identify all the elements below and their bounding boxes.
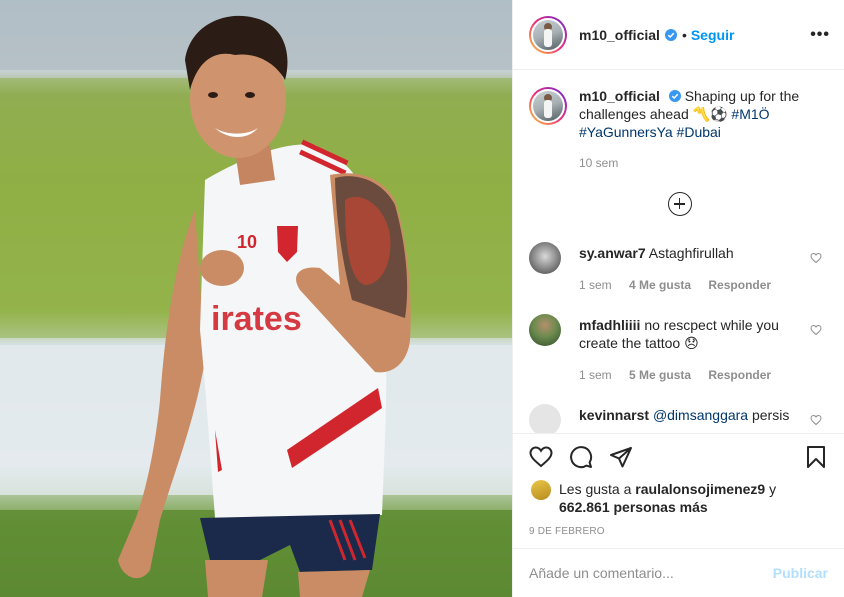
- likes-others[interactable]: 662.861 personas más: [559, 499, 708, 515]
- comment-item: sy.anwar7 Astaghfirullah 1 sem 4 Me gust…: [529, 242, 830, 294]
- comment-time[interactable]: 1 sem: [579, 278, 612, 292]
- load-more-comments[interactable]: [529, 192, 830, 216]
- commenter-avatar[interactable]: [529, 404, 561, 433]
- likes-conj: y: [769, 481, 777, 497]
- hashtag-m10[interactable]: #M1Ö: [731, 106, 769, 122]
- plus-circle-icon[interactable]: [667, 192, 692, 216]
- more-options-icon[interactable]: •••: [810, 26, 830, 44]
- comment-username[interactable]: kevinnarst: [579, 407, 649, 423]
- post-details-panel: m10_official • Seguir ••• m10_official S…: [512, 0, 844, 597]
- comment-item: kevinnarst @dimsanggara persis: [529, 404, 830, 433]
- comment-input[interactable]: Añade un comentario...: [529, 565, 674, 581]
- reply-button[interactable]: Responder: [708, 368, 771, 382]
- post-date[interactable]: 9 de febrero: [529, 526, 828, 537]
- share-paper-plane-icon[interactable]: [609, 445, 633, 469]
- post-actions: Les gusta a raulalonsojimenez9 y 662.861…: [513, 433, 844, 537]
- comment-text: persis: [751, 407, 790, 423]
- liker-username[interactable]: raulalonsojimenez9: [635, 481, 765, 497]
- like-comment-heart-icon[interactable]: [810, 324, 822, 336]
- comment-bubble-icon[interactable]: [569, 445, 593, 469]
- caption-time[interactable]: 10 sem: [579, 154, 830, 172]
- caption: m10_official Shaping up for the challeng…: [529, 87, 830, 172]
- comment-time[interactable]: 1 sem: [579, 368, 612, 382]
- instagram-post: 10 irates m10_official • Seguir ••• m10_…: [0, 0, 844, 597]
- liker-avatar[interactable]: [531, 480, 551, 500]
- save-bookmark-icon[interactable]: [804, 445, 828, 469]
- caption-emoji: 〽️⚽: [692, 106, 728, 122]
- hashtag-dubai[interactable]: #Dubai: [677, 124, 721, 140]
- comment-mention[interactable]: @dimsanggara: [653, 407, 748, 423]
- hashtag-yagunnersya[interactable]: #YaGunnersYa: [579, 124, 673, 140]
- reply-button[interactable]: Responder: [708, 278, 771, 292]
- author-username[interactable]: m10_official: [579, 27, 660, 43]
- comment-emoji: 😞: [684, 335, 699, 351]
- jersey-number: 10: [237, 232, 257, 252]
- author-avatar[interactable]: [529, 15, 567, 54]
- likes-summary: Les gusta a raulalonsojimenez9 y 662.861…: [529, 480, 828, 516]
- comments-list[interactable]: m10_official Shaping up for the challeng…: [513, 71, 844, 433]
- post-header: m10_official • Seguir •••: [513, 0, 844, 70]
- comment-item: mfadhliiii no rescpect while you create …: [529, 314, 830, 384]
- comment-text: Astaghfirullah: [648, 245, 734, 261]
- verified-badge-icon: [664, 28, 677, 41]
- like-comment-heart-icon[interactable]: [810, 252, 822, 264]
- comment-username[interactable]: sy.anwar7: [579, 245, 646, 261]
- commenter-avatar[interactable]: [529, 314, 561, 346]
- post-photo[interactable]: 10 irates: [0, 0, 512, 597]
- jersey-sponsor: irates: [211, 300, 302, 338]
- comment-likes[interactable]: 4 Me gusta: [629, 278, 691, 292]
- like-comment-heart-icon[interactable]: [810, 414, 822, 426]
- comment-likes[interactable]: 5 Me gusta: [629, 368, 691, 382]
- caption-author-avatar[interactable]: [529, 87, 567, 125]
- verified-badge-icon: [668, 90, 681, 102]
- likes-prefix: Les gusta a: [559, 481, 632, 497]
- publish-button[interactable]: Publicar: [773, 565, 828, 581]
- header-separator: •: [681, 26, 687, 43]
- add-comment-bar: Añade un comentario... Publicar: [513, 548, 844, 597]
- caption-username[interactable]: m10_official: [579, 88, 660, 104]
- commenter-avatar[interactable]: [529, 242, 561, 274]
- comment-username[interactable]: mfadhliiii: [579, 317, 640, 333]
- player-illustration: 10 irates: [0, 0, 512, 597]
- like-heart-icon[interactable]: [529, 445, 553, 469]
- follow-button[interactable]: Seguir: [691, 27, 735, 43]
